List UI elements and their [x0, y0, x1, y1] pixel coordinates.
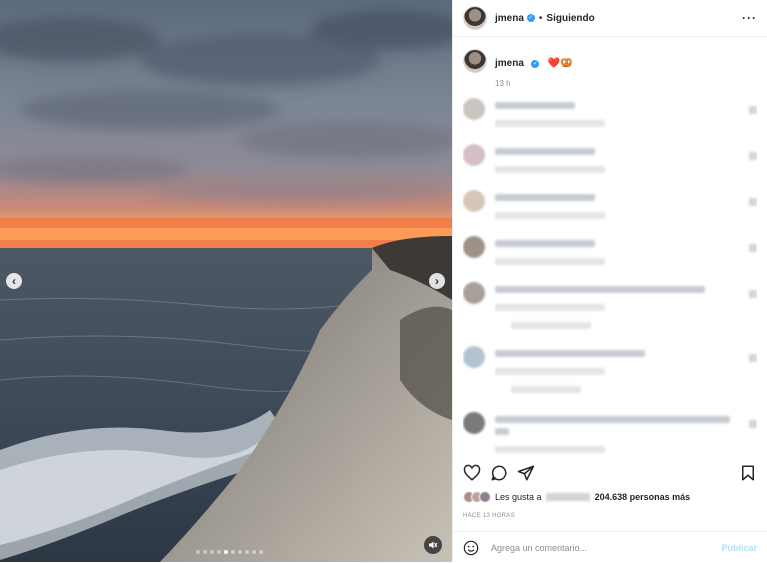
blurred-comment-text	[495, 286, 705, 293]
carousel-dot	[217, 550, 221, 554]
author-username[interactable]: jmena	[495, 13, 524, 24]
blurred-comment-meta	[495, 446, 605, 453]
list-item	[463, 346, 757, 398]
like-comment-icon[interactable]	[749, 198, 757, 206]
verified-badge-icon: ✓	[526, 14, 535, 22]
list-item	[463, 144, 757, 178]
avatar[interactable]	[463, 236, 485, 258]
carousel-dot	[252, 550, 256, 554]
list-item	[463, 282, 757, 334]
likes-summary: Les gusta a 204.638 personas más	[463, 491, 757, 503]
avatar[interactable]	[463, 49, 487, 73]
header-separator: •	[538, 12, 543, 24]
blurred-liker-name[interactable]	[546, 493, 591, 501]
blurred-comment-meta	[495, 304, 605, 311]
sunset-cliff-photo	[0, 0, 452, 562]
caption-time[interactable]: 13 h	[495, 79, 573, 88]
blurred-view-replies[interactable]	[511, 386, 581, 393]
post-header: jmena ✓ • Siguiendo ···	[453, 0, 767, 37]
blurred-comment-meta	[495, 368, 605, 375]
blurred-comment-meta	[495, 258, 605, 265]
mute-audio-icon[interactable]	[424, 536, 442, 554]
comment-input[interactable]	[489, 541, 722, 554]
carousel-dot	[203, 550, 207, 554]
likes-text: Les gusta a 204.638 personas más	[495, 492, 690, 502]
more-options-icon[interactable]: ···	[742, 11, 757, 25]
avatar[interactable]	[463, 282, 485, 304]
caption-username[interactable]: jmena	[495, 58, 524, 69]
blurred-view-replies[interactable]	[511, 322, 591, 329]
carousel-dot-active	[224, 550, 228, 554]
likes-prefix: Les gusta a	[495, 492, 542, 502]
like-comment-icon[interactable]	[749, 354, 757, 362]
heart-icon[interactable]	[463, 464, 481, 482]
like-comment-icon[interactable]	[749, 290, 757, 298]
carousel-dots	[196, 550, 263, 554]
blurred-comment-text	[495, 350, 645, 357]
list-item	[463, 236, 757, 270]
avatar[interactable]	[463, 190, 485, 212]
post-date[interactable]: HACE 13 HORAS	[463, 513, 515, 519]
comments-list[interactable]	[463, 92, 757, 456]
carousel-dot	[259, 550, 263, 554]
blurred-comment-meta	[495, 120, 605, 127]
carousel-dot	[231, 550, 235, 554]
carousel-dot	[238, 550, 242, 554]
like-comment-icon[interactable]	[749, 152, 757, 160]
blurred-comment-text	[495, 240, 595, 247]
avatar[interactable]	[463, 346, 485, 368]
carousel-dot	[210, 550, 214, 554]
avatar[interactable]	[479, 491, 491, 503]
list-item	[463, 190, 757, 224]
avatar[interactable]	[463, 412, 485, 434]
carousel-dot	[245, 550, 249, 554]
list-item	[463, 98, 757, 132]
share-icon[interactable]	[517, 464, 535, 482]
post-caption: jmena ✓ ❤️🥨 13 h	[453, 37, 767, 88]
blurred-comment-text	[495, 194, 595, 201]
likes-count[interactable]: 204.638 personas más	[595, 492, 691, 502]
instagram-post-modal: ‹ › jmena ✓ • Siguiendo ··· jmena ✓ ❤️🥨 …	[0, 0, 767, 562]
blurred-comment-text	[495, 428, 509, 435]
carousel-dot	[196, 550, 200, 554]
blurred-comment-text	[495, 416, 730, 423]
previous-slide-button[interactable]: ‹	[6, 273, 22, 289]
blurred-comment-text	[495, 148, 595, 155]
blurred-comment-text	[495, 102, 575, 109]
blurred-comment-meta	[495, 212, 605, 219]
verified-badge-icon: ✓	[531, 60, 540, 68]
blurred-comment-meta	[495, 166, 605, 173]
post-photo[interactable]: ‹ ›	[0, 0, 452, 562]
list-item	[463, 412, 757, 456]
publish-button[interactable]: Publicar	[721, 543, 757, 553]
like-comment-icon[interactable]	[749, 420, 757, 428]
avatar[interactable]	[463, 6, 487, 30]
liker-avatars	[463, 491, 491, 503]
comment-icon[interactable]	[490, 464, 508, 482]
like-comment-icon[interactable]	[749, 106, 757, 114]
add-comment-bar: Publicar	[453, 531, 767, 563]
next-slide-button[interactable]: ›	[429, 273, 445, 289]
post-actions	[463, 462, 757, 484]
avatar[interactable]	[463, 98, 485, 120]
post-side-panel: jmena ✓ • Siguiendo ··· jmena ✓ ❤️🥨 13 h	[452, 0, 767, 562]
avatar[interactable]	[463, 144, 485, 166]
following-button[interactable]: Siguiendo	[546, 13, 594, 24]
bookmark-icon[interactable]	[739, 464, 757, 482]
like-comment-icon[interactable]	[749, 244, 757, 252]
emoji-icon[interactable]	[463, 540, 479, 556]
caption-emojis: ❤️🥨	[547, 58, 573, 69]
